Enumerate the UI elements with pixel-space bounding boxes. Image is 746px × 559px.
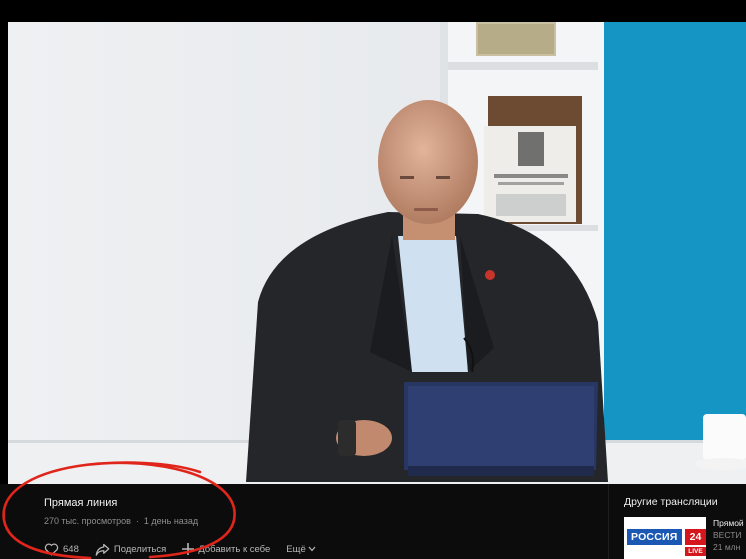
action-bar: 648 Поделиться Добавить к себе Ещё	[44, 542, 316, 556]
share-button[interactable]: Поделиться	[95, 543, 166, 556]
stream-text: Прямой ВЕСТИ 21 млн	[713, 517, 744, 559]
more-button[interactable]: Ещё	[286, 543, 316, 555]
video-title[interactable]: Прямая линия	[44, 497, 117, 509]
stream-title[interactable]: Прямой	[713, 517, 744, 529]
add-label: Добавить к себе	[198, 543, 271, 555]
like-count: 648	[63, 543, 79, 555]
plus-icon	[182, 543, 195, 555]
channel-logo-text: РОССИЯ	[627, 529, 682, 545]
column-divider	[608, 484, 609, 559]
live-badge: LIVE	[685, 547, 706, 556]
stream-views: 21 млн	[713, 542, 741, 552]
share-icon	[95, 543, 110, 556]
stream-card[interactable]: РОССИЯ 24 LIVE Прямой ВЕСТИ 21 млн	[624, 517, 746, 559]
other-streams-heading: Другие трансляции	[624, 496, 718, 508]
video-frame	[8, 22, 746, 484]
publish-age: 1 день назад	[143, 516, 199, 526]
chevron-down-icon	[308, 546, 316, 552]
add-to-library-button[interactable]: Добавить к себе	[182, 543, 270, 555]
video-meta: 270 тыс. просмотров · 1 день назад	[44, 516, 198, 526]
heart-icon	[44, 543, 59, 556]
video-player[interactable]	[8, 22, 746, 484]
like-button[interactable]: 648	[44, 542, 79, 556]
share-label: Поделиться	[113, 543, 167, 555]
stream-channel[interactable]: ВЕСТИ	[713, 529, 744, 541]
meta-separator: ·	[135, 516, 139, 526]
stream-thumbnail[interactable]: РОССИЯ 24 LIVE	[624, 517, 706, 559]
view-count: 270 тыс. просмотров	[44, 516, 131, 526]
more-label: Ещё	[286, 543, 306, 555]
channel-logo-number: 24	[685, 529, 706, 545]
